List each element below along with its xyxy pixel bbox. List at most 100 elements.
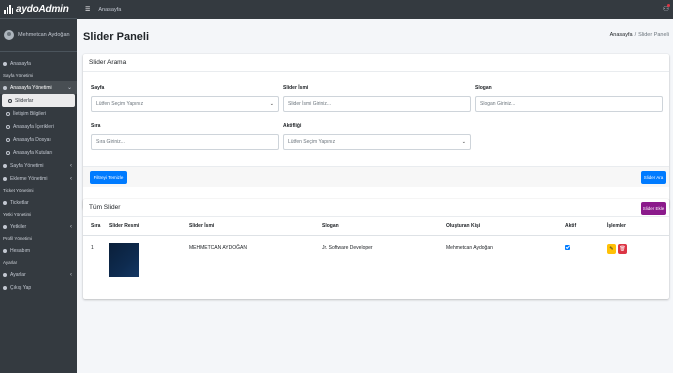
slider-search-button[interactable]: Slider Ara [641, 171, 666, 184]
col-sira: Sıra [91, 223, 101, 229]
plus-icon [3, 176, 7, 181]
aktiflik-select[interactable]: Lütfen Seçim Yapınız ⌄ [283, 134, 471, 150]
sidebar-item-yetkiler[interactable]: Yetkiler ‹ [0, 220, 77, 233]
row-sira: 1 [91, 245, 94, 251]
edit-button[interactable]: ✎ [607, 244, 616, 254]
sidebar-item-i-letişim-bilgileri[interactable]: İletişim Bilgileri [0, 107, 77, 120]
sidebar-item-anasayfa-dosyaı[interactable]: Anasayfa Dosyaı [0, 133, 77, 146]
topbar: ☰ Anasayfa ⚇ [77, 0, 673, 19]
sidebar-header-label: Sayfa Yönetimi [3, 73, 34, 78]
search-card-title: Slider Arama [83, 54, 669, 72]
sidebar-item-anasayfa-kutuları[interactable]: Anasayfa Kutuları [0, 146, 77, 159]
add-slider-button[interactable]: Slider Ekle [641, 202, 666, 215]
sidebar-header-label: Profil Yönetimi [3, 236, 32, 241]
table-header-divider [83, 235, 669, 236]
file-icon [3, 163, 7, 168]
sidebar-item-anasayfa-yönetimi[interactable]: Anasayfa Yönetimi ⌄ [0, 81, 77, 94]
sidebar: aydoAdmin Mehmetcan Aydoğan Anasayfa Sayf… [0, 0, 77, 373]
sidebar-item-ayarlar[interactable]: Ayarlar ‹ [0, 268, 77, 281]
sidebar-item-label: Ticketlar [10, 199, 29, 206]
trash-icon: 🗑 [619, 246, 626, 252]
slogan-label: Slogan [475, 85, 492, 91]
sidebar-header-label: Yetki Yönetimi [3, 212, 32, 217]
slider-ismi-label: Slider İsmi [283, 85, 309, 91]
search-card: Slider Arama Sayfa Lütfen Seçim Yapınız … [83, 54, 669, 209]
sidebar-item-label: Ayarlar [10, 271, 26, 278]
user-panel[interactable]: Mehmetcan Aydoğan [0, 19, 77, 52]
ticket-icon [3, 200, 7, 205]
circle-icon [6, 124, 10, 129]
brand-name: aydoAdmin [16, 3, 69, 15]
aktiflik-select-value: Lütfen Seçim Yapınız [288, 139, 336, 145]
logout-icon [3, 285, 7, 290]
chevron-left-icon: ‹ [70, 271, 72, 278]
sidebar-item-hesabım[interactable]: Hesabım [0, 244, 77, 257]
sira-label: Sıra [91, 123, 101, 129]
chevron-left-icon: ‹ [70, 162, 72, 169]
sidebar-item-ticketlar[interactable]: Ticketlar [0, 196, 77, 209]
sidebar-item-sliderlar[interactable]: Sliderlar [2, 94, 75, 107]
sidebar-item-label: Çıkış Yap [10, 284, 32, 291]
brand[interactable]: aydoAdmin [0, 0, 77, 19]
sidebar-item-label: Anasayfa Yönetimi [10, 84, 52, 91]
delete-button[interactable]: 🗑 [618, 244, 627, 254]
sidebar-header: Sayfa Yönetimi [0, 70, 77, 81]
sidebar-nav: Anasayfa Sayfa Yönetimi Anasayfa Yönetimi ⌄… [0, 52, 77, 294]
sayfa-select-value: Lütfen Seçim Yapınız [96, 101, 144, 107]
user-name: Mehmetcan Aydoğan [18, 32, 70, 38]
chevron-left-icon: ‹ [70, 223, 72, 230]
lock-icon [3, 224, 7, 229]
chevron-down-icon: ⌄ [269, 101, 274, 107]
sidebar-item-label: Yetkiler [10, 223, 27, 230]
sidebar-item-label: Anasayfa [10, 60, 31, 67]
col-slogan: Slogan [322, 223, 339, 229]
slider-ismi-input[interactable]: Slider İsmi Giriniz... [283, 96, 471, 112]
sayfa-label: Sayfa [91, 85, 105, 91]
sidebar-item-label: İletişim Bilgileri [13, 110, 47, 117]
circle-icon [6, 150, 10, 155]
chevron-left-icon: ‹ [70, 175, 72, 182]
breadcrumb-sep: / [634, 32, 637, 38]
breadcrumb-home[interactable]: Anasayfa [610, 32, 633, 38]
gear-icon [3, 272, 7, 277]
sidebar-item-anasayfa-i-çerikleri[interactable]: Anasayfa İçerikleri [0, 120, 77, 133]
avatar [4, 30, 14, 40]
aktiflik-label: Aktifliği [283, 123, 302, 129]
topbar-home-link[interactable]: Anasayfa [98, 7, 121, 13]
main-content: Slider Paneli Anasayfa / Slider Paneli Sli… [77, 19, 673, 373]
col-olusturan: Oluşturan Kişi [446, 223, 481, 229]
notifications-icon[interactable]: ⚇ [663, 4, 670, 13]
row-olusturan: Mehmetcan Aydoğan [446, 245, 493, 251]
slider-table-title-text: Tüm Slider [89, 204, 121, 211]
slogan-input[interactable]: Slogan Giriniz... [475, 96, 663, 112]
sidebar-item-label: Anasayfa Kutuları [13, 149, 53, 156]
sidebar-item-sayfa-yönetimi[interactable]: Sayfa Yönetimi ‹ [0, 159, 77, 172]
sidebar-header-label: Ayarlar [3, 260, 18, 265]
sidebar-item-ekleme-yönetimi[interactable]: Ekleme Yönetimi ‹ [0, 172, 77, 185]
sidebar-header: Profil Yönetimi [0, 233, 77, 244]
sidebar-item-label: Anasayfa İçerikleri [13, 123, 54, 130]
sidebar-item-label: Anasayfa Dosyaı [13, 136, 51, 143]
user-icon [3, 248, 7, 253]
breadcrumb-current: Slider Paneli [638, 32, 669, 38]
aktif-checkbox[interactable] [565, 245, 570, 250]
slider-table-title: Tüm Slider Slider Ekle [83, 199, 669, 217]
sira-input[interactable]: Sıra Giriniz... [91, 134, 279, 150]
slogan-placeholder: Slogan Giriniz... [480, 101, 516, 107]
col-aktif: Aktif [565, 223, 577, 229]
breadcrumb: Anasayfa / Slider Paneli [610, 32, 669, 38]
sidebar-item-anasayfa[interactable]: Anasayfa [0, 57, 77, 70]
col-islemler: İşlemler [607, 223, 626, 229]
sidebar-item-label: Hesabım [10, 247, 31, 254]
sidebar-header: Yetki Yönetimi [0, 209, 77, 220]
sidebar-item-çıkış-yap[interactable]: Çıkış Yap [0, 281, 77, 294]
circle-icon [8, 98, 12, 103]
brand-logo-icon [4, 4, 13, 14]
col-slider-ismi: Slider İsmi [189, 223, 215, 229]
page-title: Slider Paneli [83, 31, 150, 43]
sayfa-select[interactable]: Lütfen Seçim Yapınız ⌄ [91, 96, 279, 112]
row-slogan: Jr. Software Developer [322, 245, 373, 251]
search-card-footer: Filtreyi Temizle Slider Ara [83, 166, 669, 187]
menu-toggle-icon[interactable]: ☰ [85, 6, 90, 13]
reset-filter-button[interactable]: Filtreyi Temizle [90, 171, 127, 184]
